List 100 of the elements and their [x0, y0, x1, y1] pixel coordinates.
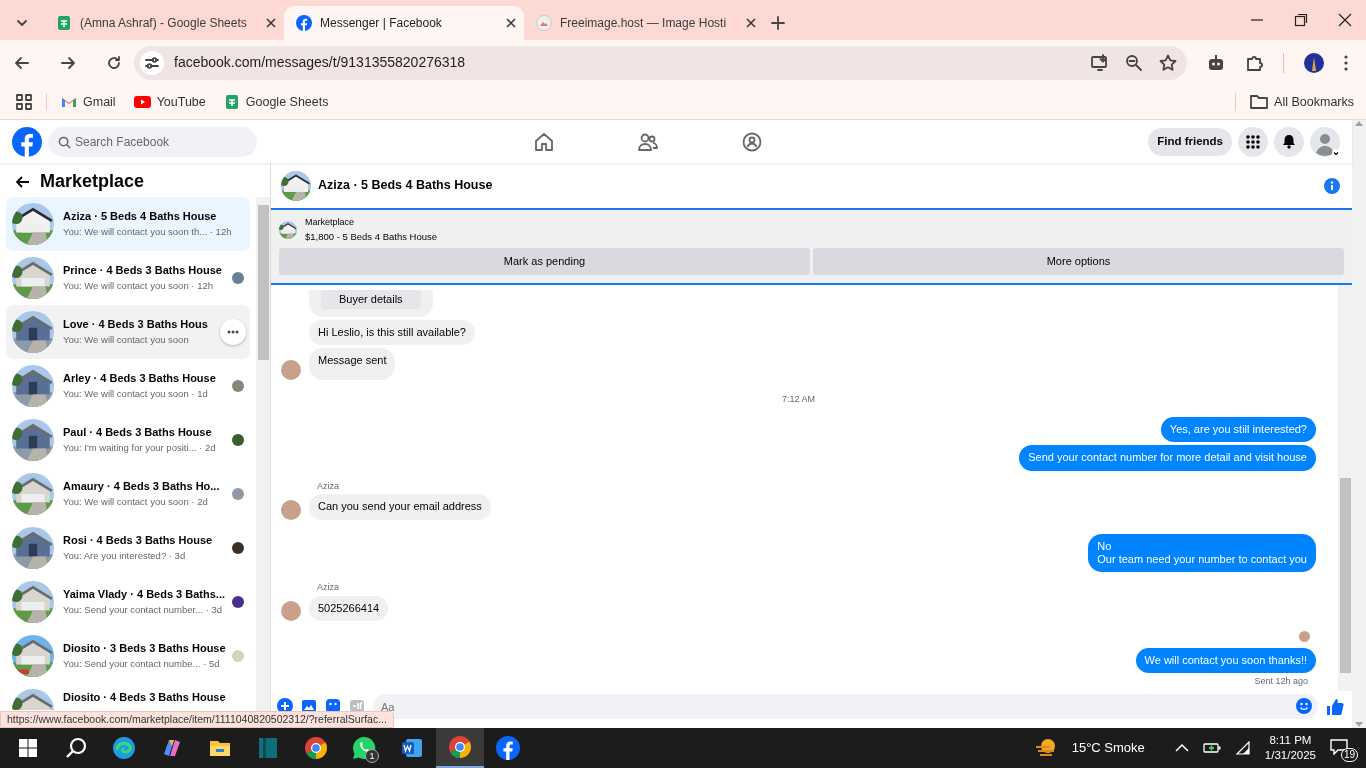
bookmark-link[interactable]: Google Sheets [223, 92, 329, 112]
find-friends-button[interactable]: Find friends [1148, 127, 1232, 156]
sidebar-title: Marketplace [40, 171, 145, 193]
image-icon[interactable] [301, 698, 317, 714]
sender-name: Aziza [317, 480, 340, 492]
site-settings-icon [145, 55, 159, 70]
chevron-up-icon[interactable] [1174, 743, 1189, 753]
message-preview: You: We will contact you soon · 2d [63, 494, 209, 509]
message-bubble: 5025266414 [309, 595, 389, 621]
groups-icon[interactable] [741, 131, 762, 152]
search-field[interactable]: Search Facebook [48, 126, 257, 157]
conversation-item[interactable]: Rosi · 4 Beds 3 Baths House You: Are you interested? · 3d [6, 520, 250, 575]
listing-action-button[interactable]: More options [813, 247, 1344, 275]
buyer-details-button[interactable]: Buyer details [321, 289, 421, 310]
menu-button[interactable] [1238, 126, 1268, 157]
profile-avatar[interactable] [1304, 52, 1324, 73]
message-bubble: Yes, are you still interested? [1160, 417, 1316, 443]
avatar [281, 499, 301, 520]
install-icon[interactable] [1091, 53, 1109, 72]
chat-title: Aziza · 5 Beds 4 Baths House [318, 177, 493, 195]
conversation-name: Arley · 4 Beds 3 Baths House [63, 371, 216, 387]
star-icon[interactable] [1159, 53, 1177, 72]
notification-count: 19 [1340, 748, 1358, 762]
listing-action-button[interactable]: Mark as pending [279, 247, 810, 275]
back-arrow-icon[interactable] [16, 174, 30, 189]
facebook-icon[interactable] [12, 126, 42, 157]
avatar [281, 359, 301, 380]
conversation-name: Aziza · 5 Beds 4 Baths House [63, 209, 218, 225]
conversation-item[interactable]: Prince · 4 Beds 3 Baths House You: We will contact you soon · 12h [6, 250, 250, 305]
account-avatar[interactable] [1310, 126, 1340, 157]
grid-icon [1246, 134, 1260, 149]
message-preview: You: Are you interested? · 3d [63, 548, 187, 563]
restore-icon[interactable] [1294, 13, 1308, 27]
browser-tab[interactable]: (Amna Ashraf) - Google Sheets [44, 6, 284, 40]
all-bookmarks-button[interactable]: All Bookmarks [1235, 92, 1354, 112]
taskbar-app-button[interactable] [436, 728, 484, 768]
puzzle-icon[interactable] [1245, 53, 1263, 72]
like-icon[interactable] [1326, 698, 1344, 716]
browser-tab[interactable]: Messenger | Facebook [284, 6, 524, 40]
clock-time: 8:11 PM [1268, 733, 1313, 748]
menu-icon[interactable] [1344, 54, 1348, 71]
info-icon[interactable] [1324, 177, 1340, 194]
avatar [281, 601, 301, 621]
delivery-status: Sent 12h ago [1254, 676, 1308, 687]
taskbar-app-button[interactable]: 1 [340, 728, 388, 768]
link-preview-tooltip: https://www.facebook.com/marketplace/item/1111040820502312/?referralSurfac... [0, 711, 394, 728]
conversation-item[interactable]: Diosito · 3 Beds 3 Baths House You: Send your contact numbe... · 5d [6, 628, 250, 683]
browser-tab[interactable]: Freeimage.host — Image Hosti [524, 6, 764, 40]
close-icon[interactable] [266, 18, 276, 28]
apps-icon[interactable] [16, 94, 32, 110]
conversation-item[interactable]: Love · 4 Beds 3 Baths Hous You: We will contact you soon [6, 304, 250, 359]
scrollbar[interactable] [1352, 120, 1366, 728]
message-preview: You: Send your contact numbe... · 5d [63, 656, 221, 671]
chrome-icon [448, 735, 472, 759]
listing-label: Marketplace [305, 216, 356, 229]
close-icon[interactable] [1338, 13, 1352, 27]
chrome-icon [304, 736, 328, 760]
notifications-button[interactable]: 19 [1330, 736, 1356, 760]
tab-title: Freeimage.host — Image Hosti [560, 15, 728, 32]
facebook-icon [296, 15, 312, 31]
conversation-name: Rosi · 4 Beds 3 Baths House [63, 533, 213, 549]
message-preview: You: We will contact you soon · 1d [63, 386, 209, 401]
friends-icon[interactable] [637, 131, 658, 152]
seen-avatar [1299, 631, 1310, 642]
zoom-out-icon[interactable] [1125, 53, 1143, 72]
conversation-name: Paul · 4 Beds 3 Baths House [63, 425, 213, 441]
app-icon [256, 736, 280, 760]
message-bubble: Send your contact number for more detail and visit house [1019, 445, 1316, 471]
conversation-item[interactable]: Amaury · 4 Beds 3 Baths Ho... You: We will contact you soon · 2d [6, 466, 250, 521]
message-bubble: We will contact you soon thanks!! [1135, 648, 1316, 674]
notifications-button[interactable] [1274, 126, 1304, 157]
conversation-item[interactable]: Arley · 4 Beds 3 Baths House You: We will contact you soon · 1d [6, 358, 250, 413]
battery-icon[interactable] [1202, 742, 1221, 754]
spreadsheet-icon [56, 15, 72, 31]
emoji-icon[interactable] [1296, 698, 1312, 714]
address-bar[interactable]: facebook.com/messages/t/9131355820276318 [134, 45, 1187, 80]
conversation-item[interactable]: Aziza · 5 Beds 4 Baths House You: We will contact you soon th... · 12h [6, 196, 250, 251]
conversation-item[interactable]: Yaima Vlady · 4 Beds 3 Baths... You: Send your contact number... · 3d [6, 574, 250, 629]
plus-icon [771, 16, 785, 30]
close-icon[interactable] [506, 18, 516, 28]
message-preview: You: I'm waiting for your positi... · 2d [63, 440, 216, 455]
url-text: facebook.com/messages/t/9131355820276318 [174, 53, 467, 72]
browser-icon [112, 736, 136, 760]
conversation-item[interactable]: Paul · 4 Beds 3 Baths House You: I'm waiting for your positi... · 2d [6, 412, 250, 467]
plus-circle-icon[interactable] [277, 698, 293, 714]
close-icon[interactable] [746, 18, 756, 28]
conversation-name: Love · 4 Beds 3 Baths Hous [63, 317, 208, 333]
home-icon[interactable] [533, 131, 554, 152]
message-preview: You: We will contact you soon th... · 12h [63, 224, 232, 239]
bookmark-link[interactable]: YouTube [133, 92, 206, 112]
clock-date: 1/31/2025 [1264, 748, 1316, 763]
message-bubble: Message sent [309, 348, 396, 380]
bookmark-link[interactable]: Gmail [61, 92, 116, 112]
robot-icon[interactable] [1207, 53, 1225, 72]
wifi-icon[interactable] [1234, 741, 1251, 755]
scrollbar[interactable] [1338, 284, 1352, 691]
weather-icon[interactable] [1033, 737, 1058, 759]
message-bubble: Hi Leslio, is this still available? [309, 320, 475, 346]
folder-icon [1250, 94, 1269, 110]
weather-text: 15°C Smoke [1071, 739, 1145, 758]
